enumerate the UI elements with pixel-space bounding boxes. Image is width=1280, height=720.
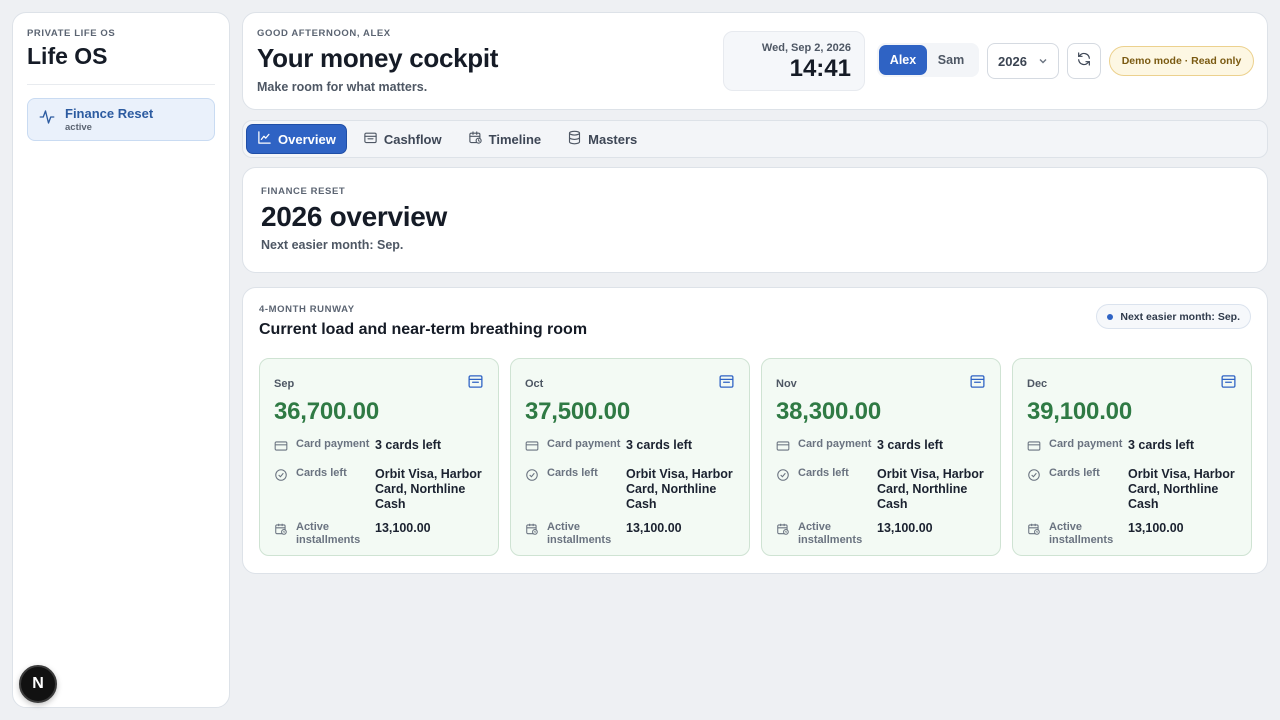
card-payment-value: 3 cards left bbox=[626, 438, 693, 452]
demo-mode-badge: Demo mode · Read only bbox=[1109, 46, 1254, 76]
active-installments-value: 13,100.00 bbox=[375, 521, 431, 535]
cards-left-value: Orbit Visa, Harbor Card, Northline Cash bbox=[375, 467, 482, 511]
cards-left-value: Orbit Visa, Harbor Card, Northline Cash bbox=[626, 467, 733, 511]
cards-left-label: Cards left bbox=[296, 467, 347, 479]
tab-label: Cashflow bbox=[383, 131, 442, 147]
month-amount: 37,500.00 bbox=[525, 398, 630, 425]
calendar-clock-icon bbox=[525, 521, 547, 541]
card-payment-label: Card payment bbox=[296, 438, 370, 450]
cards-left-value: Orbit Visa, Harbor Card, Northline Cash bbox=[1128, 467, 1235, 511]
tab-timeline[interactable]: Timeline bbox=[458, 124, 552, 154]
user-switcher: Alex Sam bbox=[877, 43, 979, 77]
status-dot bbox=[1107, 313, 1114, 320]
refresh-icon bbox=[1076, 51, 1092, 72]
calendar-clock-icon bbox=[274, 521, 296, 541]
current-time: 14:41 bbox=[789, 55, 851, 82]
activity-icon bbox=[38, 108, 56, 131]
overview-card: FINANCE RESET 2026 overview Next easier … bbox=[242, 167, 1268, 273]
cards-left-label: Cards left bbox=[1049, 467, 1100, 479]
card-payment-label: Card payment bbox=[798, 438, 872, 450]
credit-card-icon bbox=[1027, 438, 1049, 458]
active-installments-value: 13,100.00 bbox=[877, 521, 933, 535]
credit-card-icon bbox=[274, 438, 296, 458]
active-installments-value: 13,100.00 bbox=[626, 521, 682, 535]
sidebar: PRIVATE LIFE OS Life OS Finance Reset ac… bbox=[12, 12, 230, 708]
check-circle-icon bbox=[525, 467, 547, 487]
calendar-clock-icon bbox=[468, 130, 483, 148]
month-name: Dec bbox=[1027, 378, 1048, 390]
overview-title: 2026 overview bbox=[261, 201, 448, 232]
overview-eyebrow: FINANCE RESET bbox=[261, 186, 346, 197]
wallet-icon bbox=[969, 373, 986, 395]
clock-panel: Wed, Sep 2, 2026 14:41 bbox=[723, 31, 865, 91]
refresh-button[interactable] bbox=[1067, 43, 1101, 79]
cards-left-label: Cards left bbox=[798, 467, 849, 479]
active-installments-label: Active installments bbox=[798, 521, 863, 546]
month-name: Oct bbox=[525, 378, 544, 390]
wallet-icon bbox=[718, 373, 735, 395]
user-sam-button[interactable]: Sam bbox=[927, 45, 975, 75]
active-installments-label: Active installments bbox=[296, 521, 361, 546]
tab-masters[interactable]: Masters bbox=[557, 124, 647, 154]
check-circle-icon bbox=[776, 467, 798, 487]
sidebar-item-finance-reset[interactable]: Finance Reset active bbox=[27, 98, 215, 141]
credit-card-icon bbox=[525, 438, 547, 458]
tab-label: Masters bbox=[588, 131, 638, 147]
card-payment-value: 3 cards left bbox=[375, 438, 442, 452]
header: GOOD AFTERNOON, ALEX Your money cockpit … bbox=[242, 12, 1268, 110]
check-circle-icon bbox=[1027, 467, 1049, 487]
database-icon bbox=[567, 130, 582, 148]
cards-left-value: Orbit Visa, Harbor Card, Northline Cash bbox=[877, 467, 984, 511]
month-card-sep[interactable]: Sep 36,700.00 Card payment 3 cards left … bbox=[259, 358, 499, 556]
calendar-clock-icon bbox=[1027, 521, 1049, 541]
month-amount: 39,100.00 bbox=[1027, 398, 1132, 425]
card-payment-label: Card payment bbox=[1049, 438, 1123, 450]
current-date: Wed, Sep 2, 2026 bbox=[761, 42, 851, 54]
month-card-nov[interactable]: Nov 38,300.00 Card payment 3 cards left … bbox=[761, 358, 1001, 556]
month-cards: Sep 36,700.00 Card payment 3 cards left … bbox=[259, 358, 1252, 556]
user-alex-button[interactable]: Alex bbox=[879, 45, 927, 75]
tab-label: Overview bbox=[278, 131, 336, 147]
wallet-icon bbox=[363, 130, 378, 148]
tab-cashflow[interactable]: Cashflow bbox=[353, 124, 452, 154]
chart-line-icon bbox=[257, 130, 272, 148]
active-installments-value: 13,100.00 bbox=[1128, 521, 1184, 535]
active-installments-label: Active installments bbox=[547, 521, 612, 546]
month-card-oct[interactable]: Oct 37,500.00 Card payment 3 cards left … bbox=[510, 358, 750, 556]
card-payment-value: 3 cards left bbox=[877, 438, 944, 452]
app-title: Life OS bbox=[27, 43, 108, 69]
month-amount: 36,700.00 bbox=[274, 398, 379, 425]
month-amount: 38,300.00 bbox=[776, 398, 881, 425]
tab-bar: Overview Cashflow Timeline Masters bbox=[242, 120, 1268, 158]
month-name: Sep bbox=[274, 378, 295, 390]
card-payment-label: Card payment bbox=[547, 438, 621, 450]
sidebar-item-status: active bbox=[65, 122, 92, 133]
wallet-icon bbox=[467, 373, 484, 395]
month-name: Nov bbox=[776, 378, 797, 390]
year-select[interactable]: 2026 bbox=[987, 43, 1059, 79]
check-circle-icon bbox=[274, 467, 296, 487]
active-installments-label: Active installments bbox=[1049, 521, 1114, 546]
wallet-icon bbox=[1220, 373, 1237, 395]
runway-section: 4-MONTH RUNWAY Current load and near-ter… bbox=[242, 287, 1268, 574]
pill-label: Next easier month: Sep. bbox=[1120, 310, 1240, 323]
cards-left-label: Cards left bbox=[547, 467, 598, 479]
tab-label: Timeline bbox=[488, 131, 542, 147]
sidebar-divider bbox=[27, 84, 215, 85]
sidebar-eyebrow: PRIVATE LIFE OS bbox=[27, 28, 116, 39]
calendar-clock-icon bbox=[776, 521, 798, 541]
overview-subtitle: Next easier month: Sep. bbox=[261, 238, 404, 252]
sidebar-item-label: Finance Reset bbox=[65, 106, 154, 121]
year-select-value: 2026 bbox=[998, 53, 1027, 69]
tab-overview[interactable]: Overview bbox=[246, 124, 347, 154]
chevron-down-icon bbox=[1038, 54, 1048, 69]
next-easier-month-pill: Next easier month: Sep. bbox=[1096, 304, 1251, 329]
card-payment-value: 3 cards left bbox=[1128, 438, 1195, 452]
month-card-dec[interactable]: Dec 39,100.00 Card payment 3 cards left … bbox=[1012, 358, 1252, 556]
credit-card-icon bbox=[776, 438, 798, 458]
dev-tools-badge[interactable]: N bbox=[19, 665, 57, 703]
